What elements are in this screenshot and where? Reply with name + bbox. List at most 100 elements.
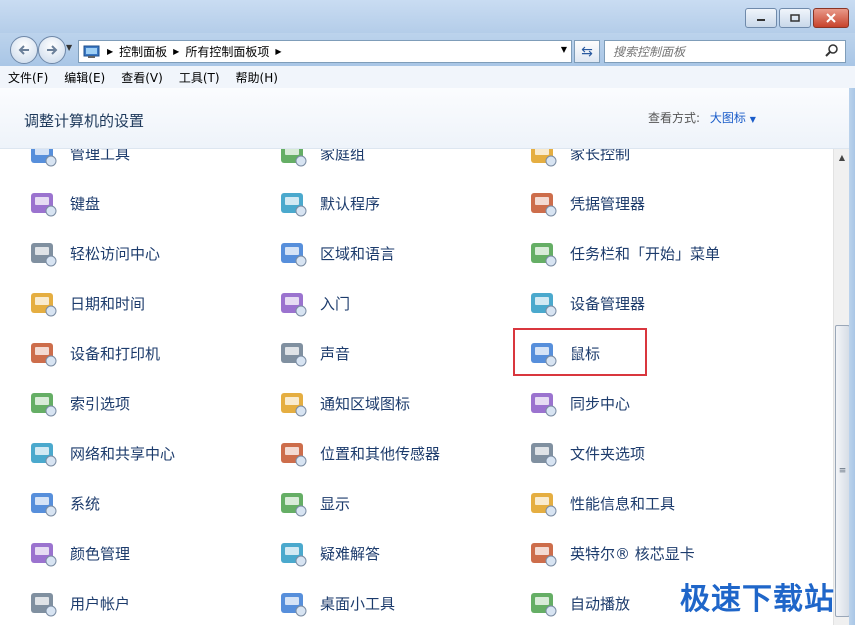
item-label: 自动播放 (570, 594, 631, 613)
item-label: 设备和打印机 (70, 344, 161, 363)
control-panel-item[interactable]: 性能信息和工具 (526, 483, 675, 523)
control-panel-item[interactable]: 用户帐户 (26, 583, 130, 623)
homegroup-icon (276, 149, 310, 170)
view-by-value[interactable]: 大图标 (710, 111, 746, 125)
autoplay-icon (526, 586, 560, 620)
desktop-gadgets-icon (276, 586, 310, 620)
address-dropdown-icon[interactable]: ▼ (561, 45, 567, 54)
item-label: 日期和时间 (70, 294, 146, 313)
control-panel-item[interactable]: 键盘 (26, 183, 100, 223)
item-label: 管理工具 (70, 149, 131, 163)
control-panel-item[interactable]: 声音 (276, 333, 350, 373)
control-panel-item[interactable]: 自动播放 (526, 583, 630, 623)
item-label: 显示 (320, 494, 351, 513)
search-icon[interactable] (825, 43, 839, 57)
item-label: 凭据管理器 (570, 194, 646, 213)
control-panel-item[interactable]: 默认程序 (276, 183, 380, 223)
taskbar-start-menu-icon (526, 236, 560, 270)
recent-pages-dropdown[interactable]: ▼ (66, 43, 72, 52)
control-panel-item[interactable]: 轻松访问中心 (26, 233, 160, 273)
control-panel-item[interactable]: 疑难解答 (276, 533, 380, 573)
control-panel-item[interactable]: 英特尔® 核芯显卡 (526, 533, 695, 573)
maximize-button[interactable] (779, 8, 811, 28)
item-label: 英特尔® 核芯显卡 (570, 544, 695, 563)
control-panel-item[interactable]: 桌面小工具 (276, 583, 395, 623)
control-panel-item[interactable]: 显示 (276, 483, 350, 523)
chevron-down-icon[interactable]: ▼ (750, 115, 756, 124)
keyboard-icon (26, 186, 60, 220)
control-panel-item[interactable]: 同步中心 (526, 383, 630, 423)
close-icon (826, 13, 836, 23)
breadcrumb-control-panel[interactable]: 控制面板 (119, 43, 167, 60)
item-label: 设备管理器 (570, 294, 646, 313)
breadcrumb-separator-icon: ▶ (275, 47, 282, 56)
maximize-icon (790, 14, 800, 22)
device-manager-icon (526, 286, 560, 320)
minimize-icon (757, 19, 765, 21)
forward-button[interactable] (38, 36, 66, 64)
menu-edit[interactable]: 编辑(E) (56, 69, 113, 86)
control-panel-item[interactable]: 入门 (276, 283, 350, 323)
control-panel-item[interactable]: 家庭组 (276, 149, 365, 173)
control-panel-item[interactable]: 鼠标 (526, 333, 600, 373)
search-box[interactable] (604, 40, 846, 63)
item-label: 声音 (320, 344, 351, 363)
control-panel-item[interactable]: 索引选项 (26, 383, 130, 423)
refresh-button[interactable]: ⇆ (574, 40, 600, 63)
close-button[interactable] (813, 8, 849, 28)
item-label: 颜色管理 (70, 544, 131, 563)
page-title: 调整计算机的设置 (24, 112, 145, 130)
control-panel-item[interactable]: 通知区域图标 (276, 383, 410, 423)
control-panel-item[interactable]: 设备管理器 (526, 283, 645, 323)
ease-of-access-icon (26, 236, 60, 270)
color-management-icon (26, 536, 60, 570)
vertical-scrollbar[interactable]: ▲ ≡ (833, 149, 850, 625)
item-label: 桌面小工具 (320, 594, 396, 613)
scrollbar-thumb[interactable]: ≡ (835, 325, 850, 617)
item-label: 轻松访问中心 (70, 244, 161, 263)
user-accounts-icon (26, 586, 60, 620)
menu-view[interactable]: 查看(V) (113, 69, 171, 86)
control-panel-item[interactable]: 任务栏和「开始」菜单 (526, 233, 720, 273)
control-panel-item[interactable]: 系统 (26, 483, 100, 523)
back-arrow-icon (18, 45, 29, 55)
address-box[interactable]: ▶ 控制面板 ▶ 所有控制面板项 ▶ ▼ (78, 40, 572, 63)
control-panel-item[interactable]: 管理工具 (26, 149, 130, 173)
item-label: 疑难解答 (320, 544, 381, 563)
scroll-up-icon[interactable]: ▲ (834, 149, 850, 165)
menu-help[interactable]: 帮助(H) (228, 69, 286, 86)
refresh-icon: ⇆ (581, 43, 593, 60)
item-label: 网络和共享中心 (70, 444, 176, 463)
control-panel-icon (83, 45, 100, 58)
item-label: 入门 (320, 294, 351, 313)
control-panel-item[interactable]: 家长控制 (526, 149, 630, 173)
back-button[interactable] (10, 36, 38, 64)
search-input[interactable] (611, 41, 815, 62)
control-panel-item[interactable]: 颜色管理 (26, 533, 130, 573)
item-label: 家长控制 (570, 149, 631, 163)
notification-area-icon (276, 386, 310, 420)
watermark: 极速下载站 (680, 582, 835, 617)
control-panel-item[interactable]: 文件夹选项 (526, 433, 645, 473)
item-label: 家庭组 (320, 149, 366, 163)
menu-tools[interactable]: 工具(T) (171, 69, 228, 86)
item-label: 键盘 (70, 194, 101, 213)
display-icon (276, 486, 310, 520)
view-by-dropdown[interactable]: 大图标 ▼ (710, 111, 756, 125)
control-panel-item[interactable]: 网络和共享中心 (26, 433, 175, 473)
item-label: 默认程序 (320, 194, 381, 213)
parental-controls-icon (526, 149, 560, 170)
item-label: 任务栏和「开始」菜单 (570, 244, 721, 263)
control-panel-item[interactable]: 日期和时间 (26, 283, 145, 323)
minimize-button[interactable] (745, 8, 777, 28)
breadcrumb-all-items[interactable]: 所有控制面板项 (185, 43, 269, 60)
menu-file[interactable]: 文件(F) (0, 69, 56, 86)
control-panel-item[interactable]: 设备和打印机 (26, 333, 160, 373)
control-panel-item[interactable]: 凭据管理器 (526, 183, 645, 223)
control-panel-item[interactable]: 位置和其他传感器 (276, 433, 440, 473)
address-toolbar: ▼ ▶ 控制面板 ▶ 所有控制面板项 ▶ ▼ ⇆ (0, 33, 855, 66)
item-label: 同步中心 (570, 394, 631, 413)
control-panel-item[interactable]: 区域和语言 (276, 233, 395, 273)
region-language-icon (276, 236, 310, 270)
admin-tools-icon (26, 149, 60, 170)
